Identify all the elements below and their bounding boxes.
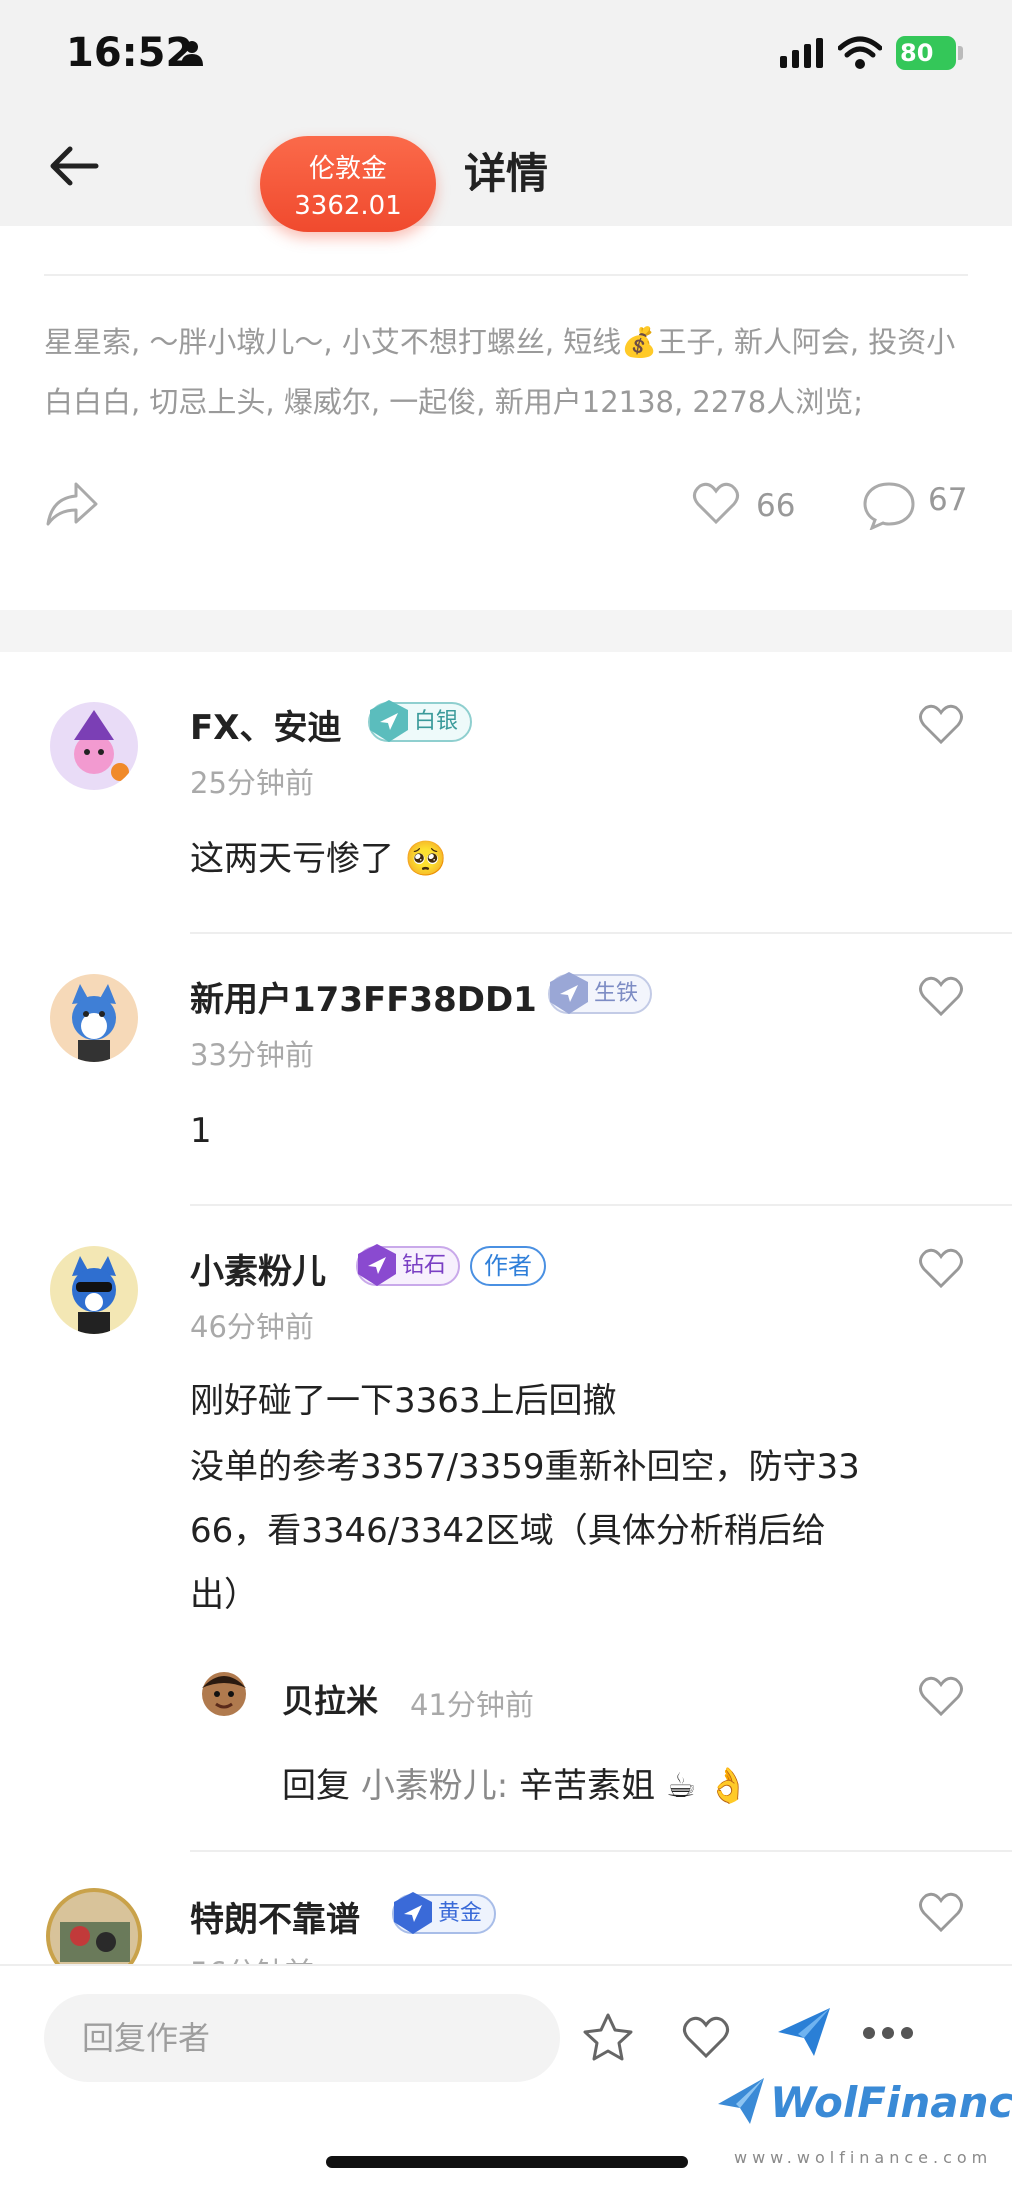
avatar[interactable] — [50, 1246, 138, 1334]
comment-username[interactable]: 特朗不靠谱 — [190, 1892, 360, 1941]
reply-body: 辛苦素姐 ☕ 👌 — [519, 1766, 750, 1806]
heart-icon[interactable] — [918, 1892, 964, 1932]
home-indicator[interactable] — [326, 2156, 688, 2168]
reply-target[interactable]: 小素粉儿: — [361, 1766, 508, 1806]
avatar[interactable] — [50, 974, 138, 1062]
section-gap — [0, 610, 1012, 652]
divider — [190, 932, 1012, 934]
back-arrow-icon[interactable] — [44, 136, 108, 196]
comment-icon[interactable] — [862, 480, 916, 530]
comment-text: 1 — [190, 1111, 212, 1151]
comment-text-line: 没单的参考3357/3359重新补回空，防守33 — [190, 1447, 860, 1487]
heart-icon[interactable] — [918, 704, 964, 744]
heart-icon[interactable] — [918, 976, 964, 1016]
like-count: 66 — [756, 488, 796, 524]
divider — [44, 274, 968, 276]
reply-author-input[interactable] — [44, 1994, 560, 2082]
level-badge-icon — [550, 972, 588, 1014]
comment-time: 33分钟前 — [190, 1038, 314, 1072]
more-icon[interactable] — [862, 2026, 914, 2040]
level-badge: 白银 — [368, 700, 473, 742]
price-name: 伦敦金 — [308, 154, 387, 184]
comment-username[interactable]: FX、安迪 — [190, 700, 341, 749]
level-badge: 生铁 — [548, 972, 653, 1014]
cellular-signal-icon — [780, 38, 823, 68]
gold-price-pill[interactable]: 伦敦金 3362.01 — [260, 136, 436, 232]
level-badge-icon — [394, 1892, 432, 1934]
viewers-list: 星星索, ～胖小墩儿～, 小艾不想打螺丝, 短线💰王子, 新人阿会, 投资小白白… — [44, 325, 956, 419]
level-badge-icon — [358, 1244, 396, 1286]
battery-tip — [958, 46, 963, 60]
reply-time: 41分钟前 — [410, 1688, 534, 1722]
level-badge: 钻石 — [356, 1244, 461, 1286]
comment-time: 25分钟前 — [190, 766, 314, 800]
comment-text-line: 刚好碰了一下3363上后回撤 — [190, 1381, 617, 1421]
watermark-url: www.wolfinance.com — [734, 2148, 993, 2167]
comment-username[interactable]: 小素粉儿 — [190, 1244, 326, 1293]
wolfinance-logo-icon — [718, 2078, 764, 2124]
person-icon — [181, 41, 203, 66]
comment-time: 46分钟前 — [190, 1310, 314, 1344]
share-icon[interactable] — [44, 480, 98, 528]
level-badge-icon — [370, 700, 408, 742]
heart-icon[interactable] — [918, 1676, 964, 1716]
comment-username[interactable]: 新用户173FF38DD1 — [190, 972, 537, 1021]
comment-text: 这两天亏惨了 🥺 — [190, 839, 448, 879]
star-icon[interactable] — [582, 2012, 634, 2062]
reply-text: 回复 小素粉儿: 辛苦素姐 ☕ 👌 — [282, 1756, 750, 1816]
comment-text-line: 出） — [190, 1575, 258, 1615]
level-badge: 黄金 — [392, 1892, 497, 1934]
page-title: 详情 — [464, 149, 549, 198]
divider — [190, 1850, 1012, 1852]
like-icon[interactable] — [692, 482, 740, 524]
battery-indicator: 80 — [896, 36, 956, 70]
avatar[interactable] — [50, 702, 138, 790]
divider — [190, 1204, 1012, 1206]
like-icon[interactable] — [682, 2016, 730, 2058]
watermark-brand: WolFinance — [770, 2078, 1012, 2127]
reply-avatar[interactable] — [194, 1664, 254, 1724]
wifi-icon — [838, 36, 882, 69]
status-time: 16:52 — [66, 30, 194, 76]
comment-text-line: 66，看3346/3342区域（具体分析稍后给 — [190, 1511, 826, 1551]
price-value: 3362.01 — [294, 191, 402, 221]
send-gift-icon[interactable] — [774, 2004, 834, 2060]
reply-username[interactable]: 贝拉米 — [282, 1676, 378, 1722]
reply-prefix: 回复 — [282, 1766, 350, 1806]
author-badge: 作者 — [470, 1246, 546, 1286]
heart-icon[interactable] — [918, 1248, 964, 1288]
comment-count: 67 — [928, 482, 968, 518]
